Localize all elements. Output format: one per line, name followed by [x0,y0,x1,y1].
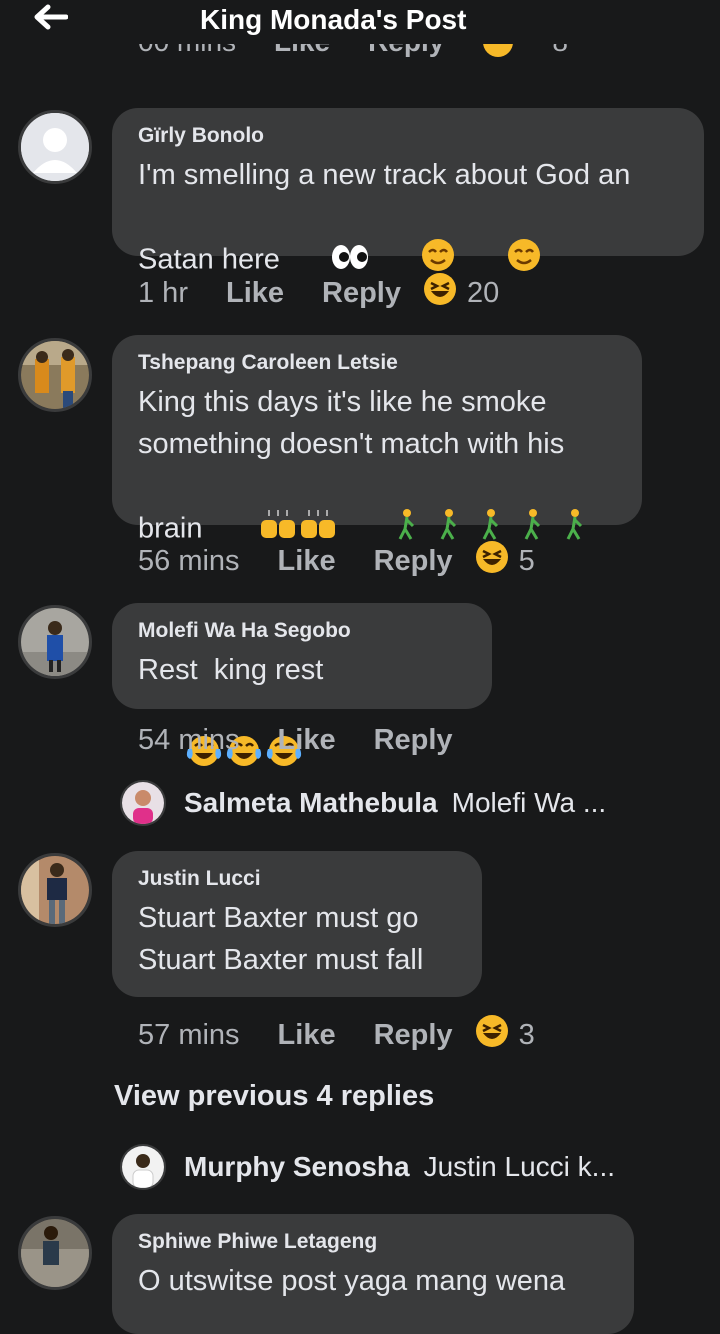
reaction-count: 3 [518,1018,535,1051]
avatar[interactable] [18,1216,92,1290]
reaction-summary[interactable]: 5 [475,540,535,582]
comment-time[interactable]: 54 mins [138,724,240,757]
reply-button[interactable]: Reply [374,1019,453,1052]
like-button[interactable]: Like [226,277,284,310]
app-header: King Monada's Post [0,0,720,44]
comment-bubble[interactable]: Tshepang Caroleen Letsie King this days … [112,335,642,545]
comment-bubble[interactable]: Sphiwe Phiwe Letageng O utswitse post ya… [112,1214,634,1334]
laughing-reaction-icon [423,272,457,314]
like-button[interactable]: Like [278,724,336,757]
back-arrow-icon[interactable] [30,0,70,34]
avatar[interactable] [18,110,92,184]
comment-author[interactable]: Justin Lucci [138,867,458,891]
reply-preview[interactable]: Murphy Senosha Justin Lucci k... [120,1144,615,1190]
comment-meta: 54 mins Like Reply [138,724,491,757]
avatar[interactable] [18,605,92,679]
laughing-reaction-icon [475,1014,509,1056]
avatar[interactable] [18,853,92,927]
comment-time[interactable]: 57 mins [138,1019,240,1052]
reaction-count: 8 [552,44,568,65]
view-previous-replies-link[interactable]: View previous 4 replies [114,1080,434,1113]
reply-snippet: Molefi Wa ... [451,787,607,818]
avatar[interactable] [18,338,92,412]
comment-bubble[interactable]: Molefi Wa Ha Segobo Rest king rest [112,603,492,766]
reaction-summary[interactable]: 20 [423,272,499,314]
page-title: King Monada's Post [200,4,467,35]
comment-text: O utswitse post yaga mang wena [138,1265,566,1297]
reply-preview[interactable]: Salmeta Mathebula Molefi Wa ... [120,780,606,826]
comment-bubble[interactable]: Gïrly Bonolo I'm smelling a new track ab… [112,108,704,276]
like-button[interactable]: Like [274,44,330,65]
reaction-count: 20 [467,276,500,309]
comment-author[interactable]: Sphiwe Phiwe Letageng [138,1230,610,1254]
avatar [120,1144,166,1190]
laughing-reaction-icon [482,44,514,65]
comment-time: 00 mins [138,44,236,65]
comment-bubble[interactable]: Justin Lucci Stuart Baxter must go Stuar… [112,851,482,997]
reply-button[interactable]: Reply [374,545,453,578]
comment-author[interactable]: Molefi Wa Ha Segobo [138,619,468,643]
comment-text: Stuart Baxter must go Stuart Baxter must… [138,902,424,976]
reply-snippet: Justin Lucci k... [423,1151,615,1182]
reaction-summary[interactable]: 3 [475,1014,535,1056]
previous-comment-meta: 00 mins Like Reply 8 [138,44,720,80]
reply-button[interactable]: Reply [322,277,401,310]
comment-time[interactable]: 56 mins [138,545,240,578]
comment-author[interactable]: Tshepang Caroleen Letsie [138,351,618,375]
comment-meta: 1 hr Like Reply 20 [138,272,499,314]
comment-time[interactable]: 1 hr [138,277,188,310]
laughing-reaction-icon [475,540,509,582]
reaction-count: 5 [518,544,535,577]
reply-author[interactable]: Salmeta Mathebula [184,787,438,819]
reply-author[interactable]: Murphy Senosha [184,1151,410,1183]
like-button[interactable]: Like [278,545,336,578]
comment-meta: 56 mins Like Reply 5 [138,540,535,582]
reply-button[interactable]: Reply [368,44,444,65]
avatar [120,780,166,826]
reply-button[interactable]: Reply [374,724,453,757]
comment-author[interactable]: Gïrly Bonolo [138,124,680,148]
comment-meta: 57 mins Like Reply 3 [138,1014,535,1056]
like-button[interactable]: Like [278,1019,336,1052]
